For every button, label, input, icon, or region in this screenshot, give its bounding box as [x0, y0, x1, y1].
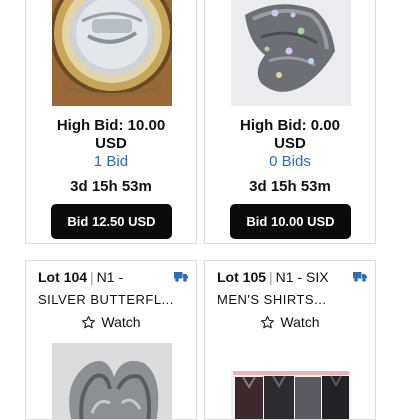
time-left: 3d 15h 53m — [249, 178, 331, 195]
lot-number: Lot 105 — [217, 269, 267, 285]
title-separator: | — [90, 269, 94, 285]
currency-label: USD — [274, 135, 306, 152]
time-left: 3d 15h 53m — [70, 178, 152, 195]
lot-title-line2[interactable]: MEN'S SHIRTS... — [217, 292, 326, 307]
title-separator: | — [269, 269, 273, 285]
lot-card: Lot 104 | N1 - SILVER BUTTERFL... Watch — [25, 260, 197, 420]
watch-button[interactable]: Watch — [26, 312, 196, 332]
truck-icon — [353, 272, 367, 282]
lot-title: N1 - — [96, 269, 124, 285]
lot-title-line2[interactable]: SILVER BUTTERFL... — [38, 292, 174, 307]
watch-button[interactable]: Watch — [205, 312, 375, 332]
star-icon — [82, 315, 96, 328]
lot-card: Lot 105 | N1 - SIX MEN'S SHIRTS... Watch — [204, 260, 376, 420]
silver-butterfly-image[interactable] — [52, 343, 172, 420]
brooch-image[interactable] — [231, 0, 351, 106]
coin-image[interactable] — [52, 0, 172, 106]
lot-card: High Bid: 0.00 USD 0 Bids 3d 15h 53m Bid… — [204, 0, 376, 244]
high-bid-label: High Bid: 10.00 — [56, 117, 166, 134]
lot-title: N1 - SIX — [275, 269, 329, 285]
lot-number: Lot 104 — [38, 269, 88, 285]
high-bid-label: High Bid: 0.00 — [239, 117, 340, 134]
lot-title-link[interactable]: Lot 104 | N1 - — [38, 269, 123, 285]
currency-label: USD — [95, 135, 127, 152]
bid-button[interactable]: Bid 12.50 USD — [51, 204, 172, 239]
shirts-image[interactable] — [231, 371, 351, 420]
truck-icon — [174, 272, 188, 282]
watch-label: Watch — [101, 314, 141, 330]
lot-title-link[interactable]: Lot 105 | N1 - SIX — [217, 269, 329, 285]
lot-card: High Bid: 10.00 USD 1 Bid 3d 15h 53m Bid… — [25, 0, 197, 244]
bid-button[interactable]: Bid 10.00 USD — [230, 204, 351, 239]
star-icon — [261, 315, 275, 328]
bid-count-link[interactable]: 1 Bid — [26, 153, 196, 170]
watch-label: Watch — [280, 314, 320, 330]
bid-count-link[interactable]: 0 Bids — [205, 153, 375, 170]
